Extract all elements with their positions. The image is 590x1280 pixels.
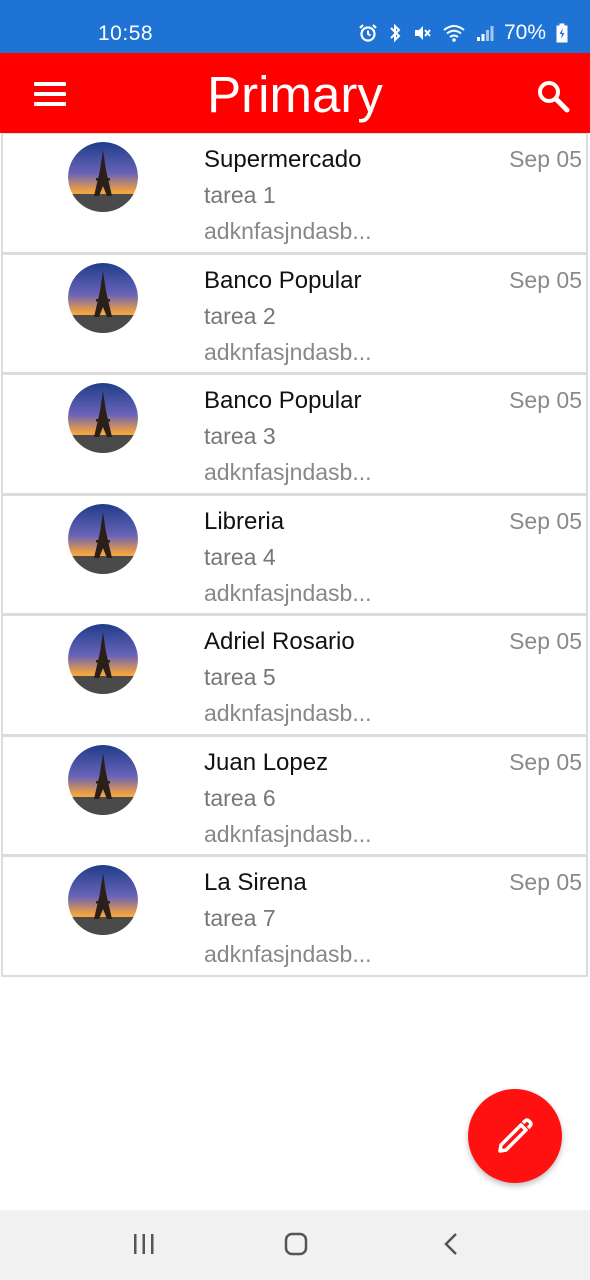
item-title: Banco Popular — [204, 266, 362, 294]
list-item[interactable]: Supermercado Sep 05 tarea 1 adknfasjndas… — [1, 133, 588, 254]
task-list: Supermercado Sep 05 tarea 1 adknfasjndas… — [0, 133, 590, 977]
item-preview: adknfasjndasb... — [204, 218, 372, 244]
list-item[interactable]: Adriel Rosario Sep 05 tarea 5 adknfasjnd… — [1, 615, 588, 736]
item-date: Sep 05 — [509, 387, 582, 413]
avatar-eiffel-tower — [68, 383, 138, 453]
mute-icon — [414, 26, 431, 40]
search-icon[interactable] — [536, 79, 570, 113]
alarm-icon — [359, 24, 377, 42]
item-subtitle: tarea 6 — [204, 784, 276, 811]
list-item[interactable]: Libreria Sep 05 tarea 4 adknfasjndasb... — [1, 494, 588, 615]
item-title: Banco Popular — [204, 387, 362, 414]
list-item[interactable]: Banco Popular Sep 05 tarea 2 adknfasjnda… — [1, 253, 588, 374]
status-time: 10:58 — [98, 22, 154, 45]
item-subtitle: tarea 1 — [204, 182, 276, 208]
battery-percent: 70% — [503, 21, 546, 44]
item-title: Supermercado — [204, 146, 362, 173]
item-title: Libreria — [204, 507, 285, 535]
item-date: Sep 05 — [509, 869, 582, 895]
list-item[interactable]: Juan Lopez Sep 05 tarea 6 adknfasjndasb.… — [1, 735, 588, 856]
avatar-eiffel-tower — [68, 262, 138, 333]
page-title: Primary — [207, 66, 383, 123]
item-subtitle: tarea 7 — [204, 905, 276, 931]
list-item[interactable]: La Sirena Sep 05 tarea 7 adknfasjndasb..… — [1, 856, 588, 977]
avatar-eiffel-tower — [68, 744, 138, 815]
item-title: La Sirena — [204, 869, 307, 896]
signal-icon — [476, 26, 494, 41]
item-preview: adknfasjndasb... — [204, 941, 372, 967]
app-bar: Primary — [0, 53, 590, 133]
avatar-eiffel-tower — [68, 865, 138, 935]
pencil-icon — [498, 1118, 533, 1153]
item-preview: adknfasjndasb... — [204, 820, 372, 847]
wifi-icon — [443, 25, 465, 42]
item-preview: adknfasjndasb... — [204, 700, 372, 726]
battery-charging-icon — [556, 23, 568, 43]
item-preview: adknfasjndasb... — [204, 338, 372, 365]
item-date: Sep 05 — [509, 507, 582, 534]
avatar-eiffel-tower — [68, 142, 138, 212]
item-date: Sep 05 — [509, 146, 582, 172]
system-nav-bar — [0, 1210, 590, 1280]
item-title: Juan Lopez — [204, 748, 329, 776]
item-subtitle: tarea 5 — [204, 664, 276, 690]
recent-apps-icon[interactable] — [132, 1232, 156, 1256]
item-preview: adknfasjndasb... — [204, 579, 372, 606]
item-date: Sep 05 — [509, 628, 582, 654]
item-subtitle: tarea 4 — [204, 543, 276, 570]
list-item[interactable]: Banco Popular Sep 05 tarea 3 adknfasjnda… — [1, 374, 588, 495]
bluetooth-icon — [390, 23, 401, 43]
item-title: Adriel Rosario — [204, 628, 355, 655]
compose-fab-button[interactable] — [468, 1089, 562, 1183]
item-date: Sep 05 — [509, 266, 582, 293]
avatar-eiffel-tower — [68, 624, 138, 694]
item-subtitle: tarea 3 — [204, 423, 276, 449]
item-preview: adknfasjndasb... — [204, 459, 372, 485]
status-icons: 70% — [358, 18, 568, 48]
item-subtitle: tarea 2 — [204, 302, 276, 329]
home-icon[interactable] — [284, 1232, 308, 1256]
back-icon[interactable] — [440, 1232, 464, 1256]
status-bar: 10:58 70% — [0, 0, 590, 53]
item-date: Sep 05 — [509, 748, 582, 775]
avatar-eiffel-tower — [68, 503, 138, 574]
